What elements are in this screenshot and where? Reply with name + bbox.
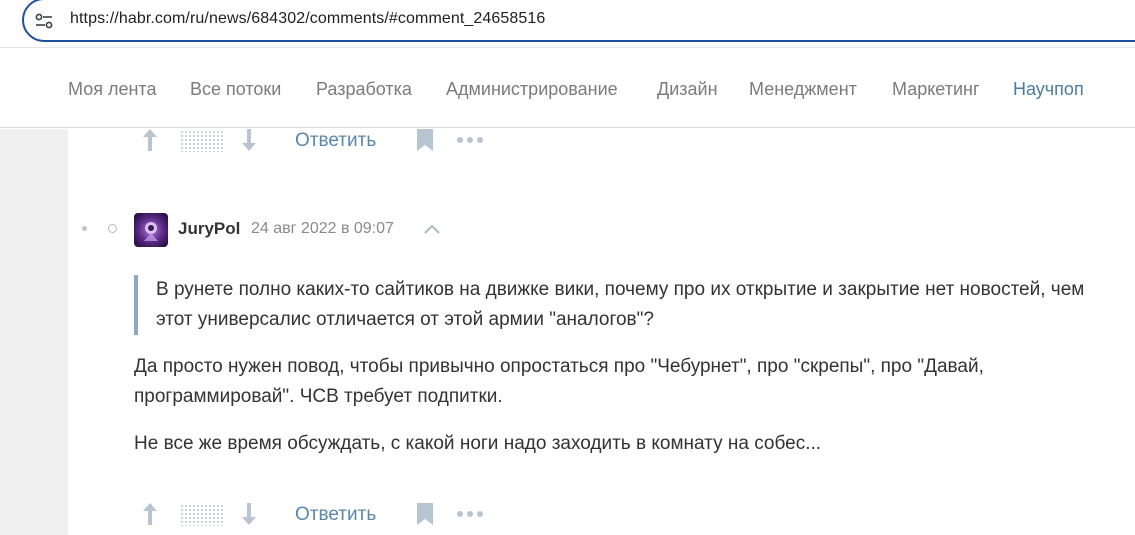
address-bar[interactable]: https://habr.com/ru/news/684302/comments… bbox=[22, 0, 1135, 42]
thread-dot-icon bbox=[82, 226, 87, 231]
nav-item-development[interactable]: Разработка bbox=[316, 79, 412, 100]
avatar[interactable] bbox=[134, 213, 168, 247]
nav-item-administration[interactable]: Администрирование bbox=[446, 79, 618, 100]
score-hidden bbox=[180, 504, 224, 526]
quote-text: В рунете полно каких-то сайтиков на движ… bbox=[156, 279, 1085, 330]
url-text[interactable]: https://habr.com/ru/news/684302/comments… bbox=[70, 10, 545, 28]
comment-paragraph: Не все же время обсуждать, с какой ноги … bbox=[134, 433, 822, 454]
browser-toolbar: https://habr.com/ru/news/684302/comments… bbox=[0, 0, 1135, 48]
comment-header: JuryPol 24 авг 2022 в 09:07 bbox=[68, 211, 568, 247]
vote-down-icon[interactable] bbox=[239, 500, 259, 528]
comment-paragraph: Да просто нужен повод, чтобы привычно оп… bbox=[134, 356, 984, 407]
prev-comment-actions: Ответить bbox=[140, 126, 500, 156]
comment-actions: Ответить bbox=[140, 500, 500, 530]
comment-quote: В рунете полно каких-то сайтиков на движ… bbox=[134, 275, 1094, 335]
comments-area: Ответить JuryPol 24 авг 2022 в 09:07 В р… bbox=[68, 129, 1135, 535]
vote-up-icon[interactable] bbox=[140, 126, 160, 154]
nav-item-popsci[interactable]: Научпоп bbox=[1013, 79, 1084, 100]
reply-button[interactable]: Ответить bbox=[295, 130, 376, 152]
bookmark-icon[interactable] bbox=[416, 128, 434, 152]
nav-item-marketing[interactable]: Маркетинг bbox=[892, 79, 980, 100]
nav-item-all-streams[interactable]: Все потоки bbox=[190, 79, 281, 100]
comment-timestamp[interactable]: 24 авг 2022 в 09:07 bbox=[251, 220, 394, 238]
nav-item-management[interactable]: Менеджмент bbox=[749, 79, 857, 100]
chevron-up-icon[interactable] bbox=[422, 221, 442, 237]
thread-circle-icon[interactable] bbox=[108, 224, 117, 233]
more-icon[interactable] bbox=[456, 128, 484, 152]
habr-nav: Моя лента Все потоки Разработка Админист… bbox=[0, 49, 1135, 128]
nav-item-my-feed[interactable]: Моя лента bbox=[68, 79, 156, 100]
site-settings-icon[interactable] bbox=[34, 12, 54, 30]
left-gutter bbox=[0, 129, 68, 535]
bookmark-icon[interactable] bbox=[416, 502, 434, 526]
vote-down-icon[interactable] bbox=[239, 126, 259, 154]
comment-author[interactable]: JuryPol bbox=[178, 219, 240, 239]
score-hidden bbox=[180, 130, 224, 152]
reply-button[interactable]: Ответить bbox=[295, 504, 376, 526]
nav-item-design[interactable]: Дизайн bbox=[657, 79, 718, 100]
vote-up-icon[interactable] bbox=[140, 500, 160, 528]
more-icon[interactable] bbox=[456, 502, 484, 526]
